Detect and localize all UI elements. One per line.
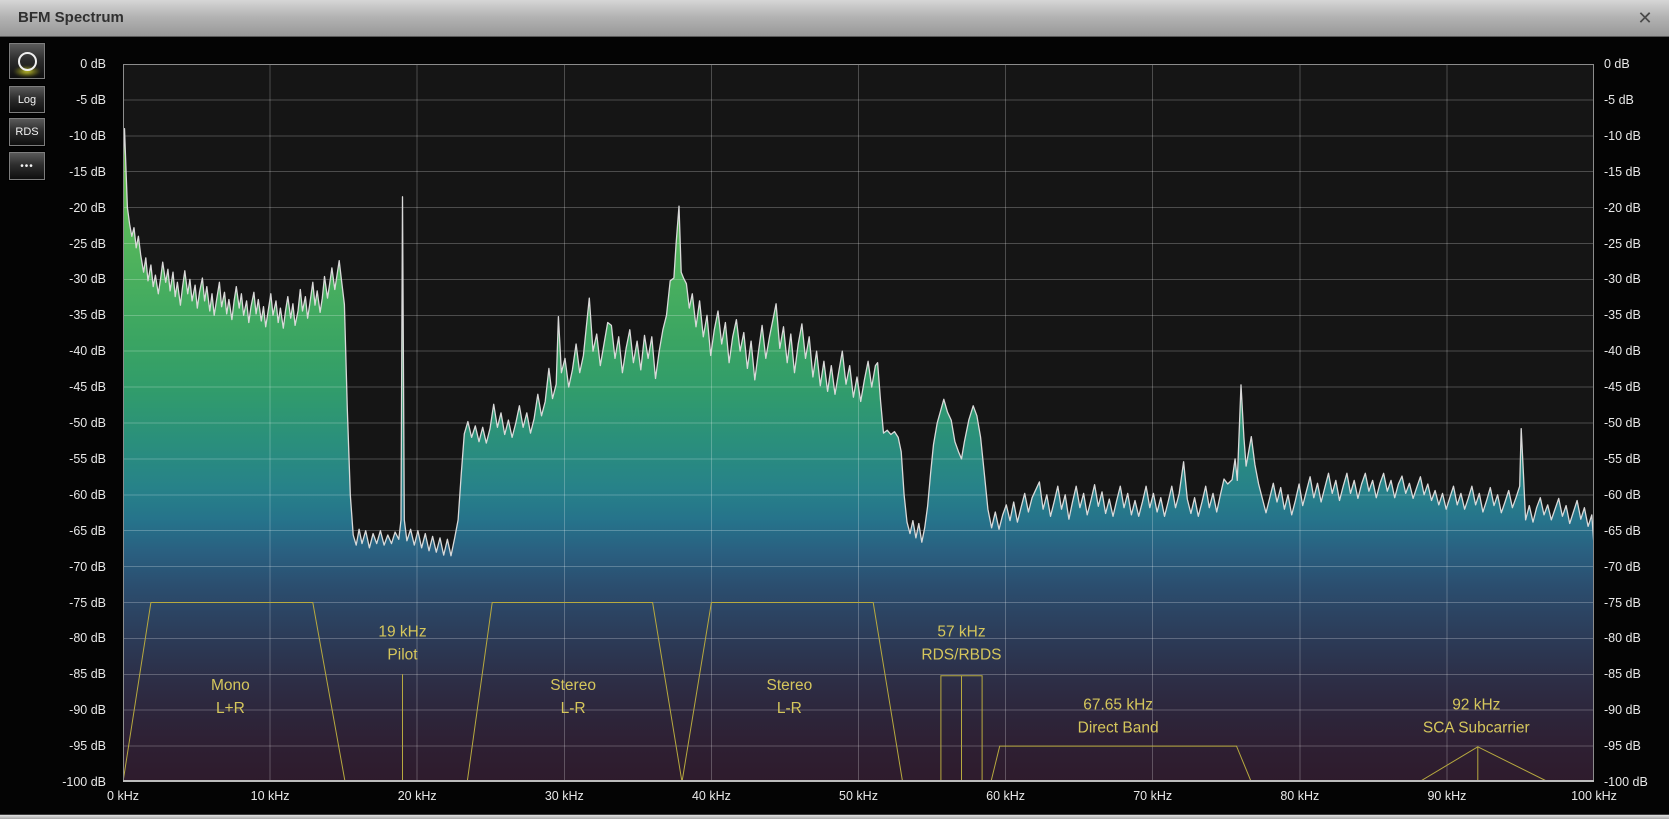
annotation-label-stereo-band-1: L-R xyxy=(561,700,586,717)
x-axis-tick: 30 kHz xyxy=(545,789,584,803)
annotation-label-pilot: 19 kHz xyxy=(378,624,426,641)
bfm-spectrum-window: BFM Spectrum ✕ Log RDS ••• Mono L+R 19 kHz… xyxy=(0,0,1669,819)
x-axis-tick: 100 kHz xyxy=(1571,789,1617,803)
rds-button[interactable]: RDS xyxy=(9,118,45,146)
window-bottom-edge xyxy=(0,814,1669,819)
window-title: BFM Spectrum xyxy=(18,0,124,36)
y-axis-tick-left: -80 dB xyxy=(8,631,106,645)
annotation-label-stereo-band-2: Stereo xyxy=(767,677,813,694)
x-axis-tick: 40 kHz xyxy=(692,789,731,803)
y-axis-tick-right: -95 dB xyxy=(1604,739,1641,753)
y-axis-tick-left: -60 dB xyxy=(8,488,106,502)
y-axis-tick-right: -10 dB xyxy=(1604,129,1641,143)
y-axis-tick-right: -65 dB xyxy=(1604,524,1641,538)
x-axis-tick: 90 kHz xyxy=(1427,789,1466,803)
y-axis-tick-right: -85 dB xyxy=(1604,667,1641,681)
x-axis-tick: 50 kHz xyxy=(839,789,878,803)
y-axis-tick-left: -65 dB xyxy=(8,524,106,538)
log-scale-button[interactable]: Log xyxy=(9,86,45,113)
more-options-button[interactable]: ••• xyxy=(9,152,45,180)
y-axis-tick-right: -35 dB xyxy=(1604,308,1641,322)
y-axis-tick-left: -75 dB xyxy=(8,596,106,610)
annotation-label-mono-band: L+R xyxy=(216,700,245,717)
annotation-label-mono-band: Mono xyxy=(211,677,250,694)
annotation-label-direct-band: Direct Band xyxy=(1078,719,1159,736)
y-axis-tick-left: -25 dB xyxy=(8,237,106,251)
annotation-label-sca-subcarrier: 92 kHz xyxy=(1452,696,1500,713)
y-axis-tick-left: -70 dB xyxy=(8,560,106,574)
y-axis-tick-left: -30 dB xyxy=(8,272,106,286)
spectrum-plot: Mono L+R 19 kHz Pilot Stereo L-R Stereo L-R 57 k… xyxy=(123,64,1594,782)
y-axis-tick-left: -50 dB xyxy=(8,416,106,430)
y-axis-tick-right: -70 dB xyxy=(1604,560,1641,574)
y-axis-tick-right: -15 dB xyxy=(1604,165,1641,179)
y-axis-tick-left: -40 dB xyxy=(8,344,106,358)
y-axis-tick-right: 0 dB xyxy=(1604,57,1630,71)
y-axis-tick-left: -55 dB xyxy=(8,452,106,466)
annotation-label-stereo-band-2: L-R xyxy=(777,700,802,717)
x-axis-tick: 70 kHz xyxy=(1133,789,1172,803)
titlebar[interactable]: BFM Spectrum ✕ xyxy=(0,0,1669,37)
y-axis-tick-right: -20 dB xyxy=(1604,201,1641,215)
y-axis-tick-right: -50 dB xyxy=(1604,416,1641,430)
y-axis-tick-left: -90 dB xyxy=(8,703,106,717)
y-axis-tick-right: -30 dB xyxy=(1604,272,1641,286)
scope-indicator-button[interactable] xyxy=(9,43,45,79)
y-axis-tick-left: -45 dB xyxy=(8,380,106,394)
x-axis-tick: 0 kHz xyxy=(107,789,139,803)
annotation-label-rds-band: RDS/RBDS xyxy=(921,647,1001,664)
y-axis-tick-right: -5 dB xyxy=(1604,93,1634,107)
y-axis-tick-left: -20 dB xyxy=(8,201,106,215)
y-axis-tick-left: -95 dB xyxy=(8,739,106,753)
y-axis-tick-right: -55 dB xyxy=(1604,452,1641,466)
close-icon[interactable]: ✕ xyxy=(1631,0,1659,36)
annotation-label-sca-subcarrier: SCA Subcarrier xyxy=(1423,719,1530,736)
y-axis-tick-right: -45 dB xyxy=(1604,380,1641,394)
y-axis-tick-left: -85 dB xyxy=(8,667,106,681)
y-axis-tick-right: -80 dB xyxy=(1604,631,1641,645)
annotation-label-pilot: Pilot xyxy=(387,647,418,664)
annotation-label-rds-band: 57 kHz xyxy=(937,624,985,641)
y-axis-tick-left: -35 dB xyxy=(8,308,106,322)
x-axis-tick: 20 kHz xyxy=(398,789,437,803)
y-axis-tick-right: -60 dB xyxy=(1604,488,1641,502)
x-axis-tick: 10 kHz xyxy=(251,789,290,803)
y-axis-tick-right: -90 dB xyxy=(1604,703,1641,717)
y-axis-tick-right: -100 dB xyxy=(1604,775,1648,789)
x-axis-tick: 80 kHz xyxy=(1280,789,1319,803)
x-axis-tick: 60 kHz xyxy=(986,789,1025,803)
y-axis-tick-right: -25 dB xyxy=(1604,237,1641,251)
annotation-label-stereo-band-1: Stereo xyxy=(550,677,596,694)
circle-indicator-icon xyxy=(18,52,37,71)
y-axis-tick-left: -100 dB xyxy=(8,775,106,789)
y-axis-tick-right: -75 dB xyxy=(1604,596,1641,610)
y-axis-tick-right: -40 dB xyxy=(1604,344,1641,358)
annotation-label-direct-band: 67.65 kHz xyxy=(1083,696,1153,713)
